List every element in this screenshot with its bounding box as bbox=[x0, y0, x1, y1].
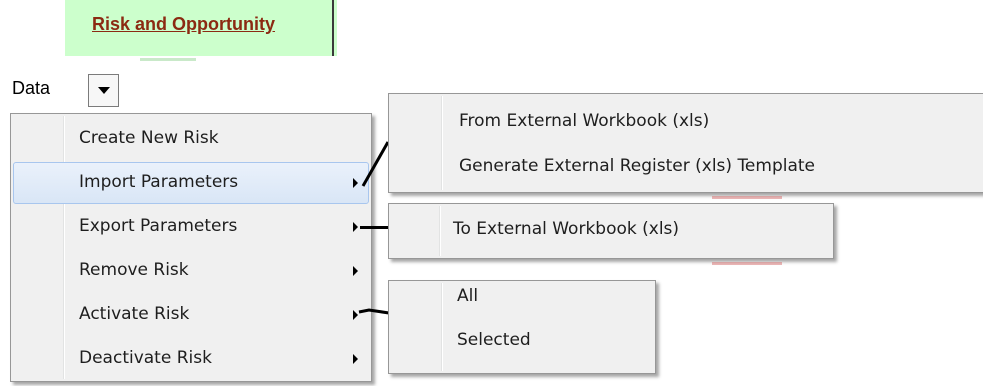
menu-item-all[interactable]: All bbox=[457, 286, 478, 306]
connector-export bbox=[360, 226, 388, 229]
data-menu bbox=[10, 113, 372, 382]
menu-item-generate-external-register-template[interactable]: Generate External Register (xls) Templat… bbox=[459, 156, 815, 176]
import-submenu bbox=[388, 93, 983, 193]
submenu-arrow-icon bbox=[353, 266, 358, 276]
submenu-arrow-icon bbox=[353, 354, 358, 364]
menu-item-export-parameters[interactable]: Export Parameters bbox=[79, 216, 237, 236]
menu-gutter-highlight bbox=[442, 96, 443, 190]
page-title[interactable]: Risk and Opportunity bbox=[92, 14, 275, 35]
menu-item-activate-risk[interactable]: Activate Risk bbox=[79, 304, 189, 324]
menu-gutter-highlight bbox=[64, 116, 65, 379]
menu-gutter-highlight bbox=[442, 283, 443, 371]
menu-item-create-new-risk[interactable]: Create New Risk bbox=[79, 128, 219, 148]
menu-item-from-external-workbook[interactable]: From External Workbook (xls) bbox=[459, 111, 709, 131]
menu-item-deactivate-risk[interactable]: Deactivate Risk bbox=[79, 348, 212, 368]
background-cell-fragment bbox=[712, 262, 782, 265]
menu-item-remove-risk[interactable]: Remove Risk bbox=[79, 260, 189, 280]
chevron-down-icon bbox=[98, 87, 110, 94]
submenu-arrow-icon bbox=[353, 222, 358, 232]
menu-item-to-external-workbook[interactable]: To External Workbook (xls) bbox=[453, 219, 679, 239]
cell-fragment bbox=[140, 58, 196, 61]
data-dropdown-button[interactable] bbox=[88, 74, 119, 107]
background-cell-fragment bbox=[712, 196, 782, 199]
cell-border bbox=[332, 0, 334, 56]
menu-gutter-highlight bbox=[440, 206, 441, 256]
data-button-label: Data bbox=[12, 78, 51, 98]
activate-submenu bbox=[388, 280, 656, 374]
menu-item-selected[interactable]: Selected bbox=[457, 330, 531, 350]
menu-item-import-parameters[interactable]: Import Parameters bbox=[79, 172, 238, 192]
